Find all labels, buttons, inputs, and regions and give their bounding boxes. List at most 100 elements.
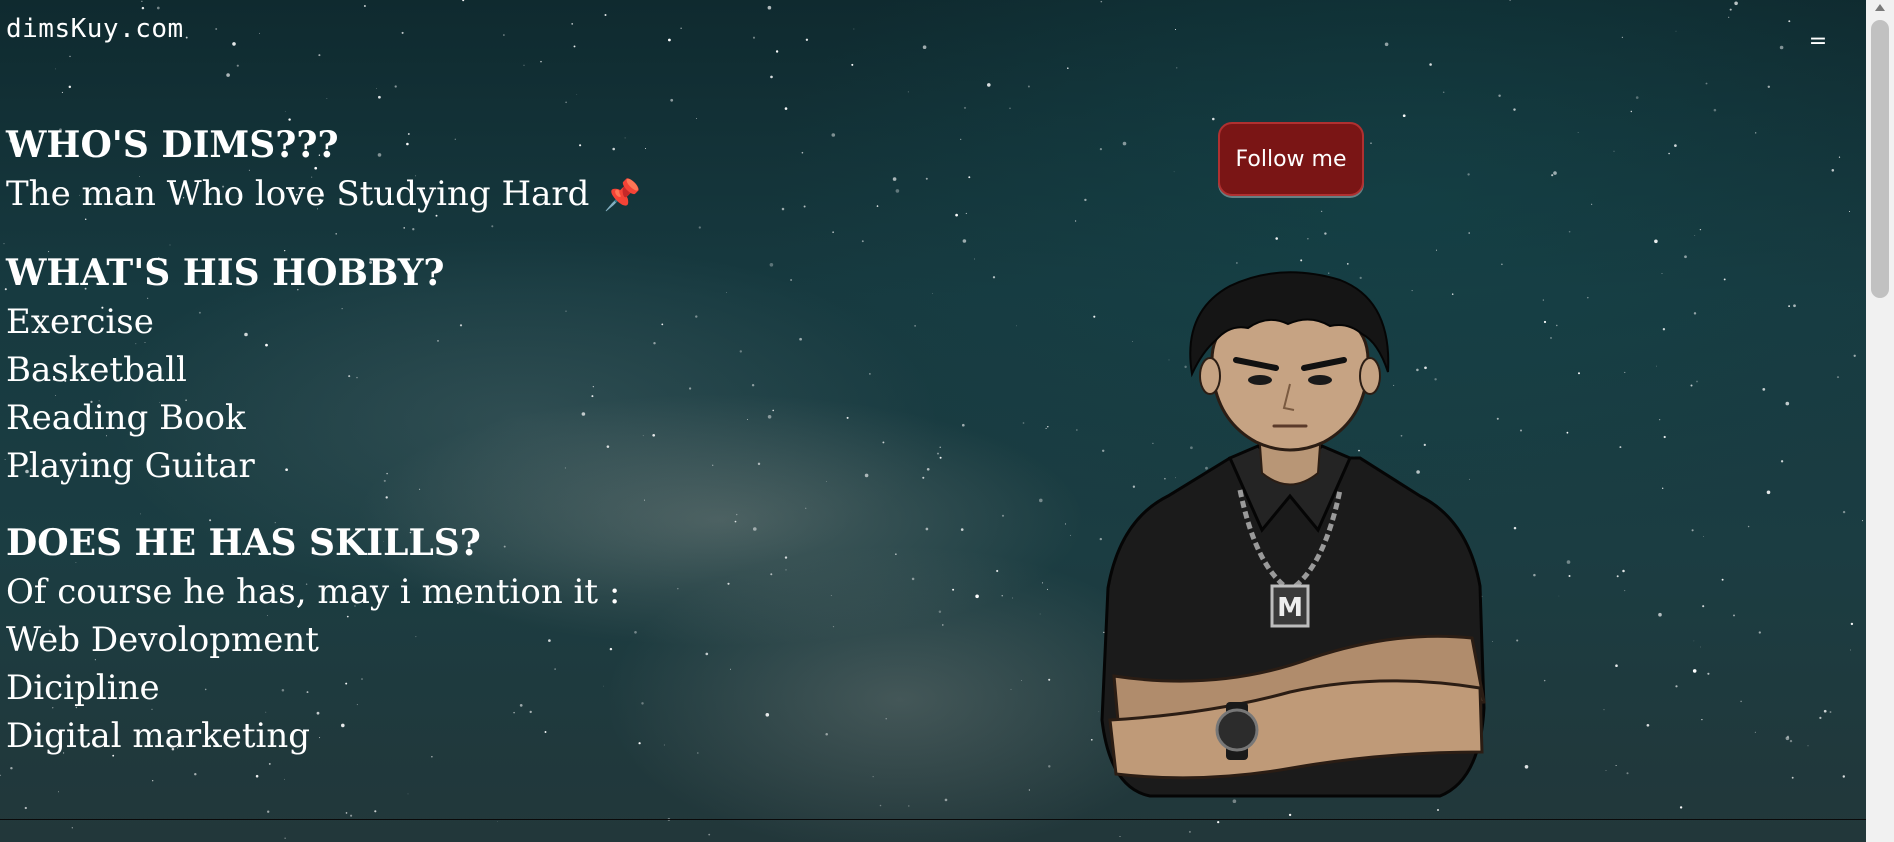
star [71, 827, 73, 829]
star [914, 325, 916, 327]
star [1119, 836, 1121, 838]
star [1402, 114, 1406, 118]
star [939, 456, 942, 459]
star [1558, 595, 1560, 597]
star [226, 73, 230, 77]
star [1042, 582, 1043, 584]
star [576, 94, 578, 95]
star [152, 780, 154, 782]
star [1551, 174, 1554, 177]
star [258, 32, 260, 34]
star [1615, 664, 1618, 667]
star [1307, 238, 1309, 240]
star [350, 814, 353, 817]
star [283, 778, 285, 780]
star [1176, 67, 1178, 69]
star [1501, 263, 1503, 266]
star [573, 45, 576, 48]
pendant-letter: M [1277, 593, 1303, 623]
star [1684, 255, 1687, 259]
star [1675, 30, 1677, 32]
star [775, 50, 779, 53]
star [1064, 523, 1067, 525]
star [955, 213, 958, 217]
star [24, 806, 27, 810]
star [1693, 640, 1695, 642]
star [378, 95, 381, 99]
star [1568, 230, 1571, 233]
star [1836, 376, 1840, 379]
hobby-item: Reading Book [6, 398, 246, 438]
star [1236, 262, 1238, 264]
star [1045, 427, 1047, 429]
star [752, 36, 756, 39]
star [1275, 237, 1278, 240]
star [571, 23, 574, 25]
star [255, 774, 259, 778]
star [1701, 718, 1703, 721]
star [268, 762, 271, 765]
star [1624, 371, 1626, 373]
star [952, 588, 955, 591]
star [1668, 152, 1670, 155]
star [68, 85, 72, 89]
vertical-scrollbar[interactable] [1866, 0, 1894, 842]
star [1842, 510, 1846, 514]
star [376, 87, 377, 89]
menu-icon[interactable]: = [1806, 31, 1830, 53]
star [10, 766, 13, 770]
star [1621, 36, 1624, 39]
star [232, 42, 236, 46]
star [1028, 789, 1031, 791]
star [1831, 169, 1835, 172]
star [1788, 305, 1790, 307]
star [1010, 688, 1012, 690]
star [1616, 575, 1619, 578]
scrollbar-thumb[interactable] [1871, 20, 1889, 298]
scroll-up-arrow-icon[interactable] [1875, 4, 1885, 11]
star [1556, 324, 1558, 327]
star [503, 34, 505, 36]
star [1577, 131, 1579, 133]
star [975, 594, 979, 599]
skill-item: Web Devolopment [6, 620, 319, 660]
star [1027, 85, 1030, 88]
star [1754, 731, 1756, 733]
star [462, 0, 465, 2]
star [670, 98, 674, 102]
star [1842, 775, 1846, 778]
star [961, 423, 965, 427]
star [879, 804, 882, 807]
star [1100, 0, 1103, 3]
star [1442, 91, 1445, 93]
star [1675, 685, 1678, 688]
star [1578, 372, 1580, 375]
star [1613, 150, 1615, 152]
hobby-item: Exercise [6, 302, 154, 342]
star [767, 5, 772, 10]
star [1384, 42, 1389, 47]
star [156, 6, 160, 10]
star [407, 793, 409, 795]
follow-me-button[interactable]: Follow me [1218, 122, 1364, 196]
avatar-ear-right [1359, 357, 1381, 395]
star [1320, 210, 1323, 213]
star [1755, 132, 1757, 134]
star [1076, 429, 1078, 431]
star [1016, 325, 1018, 327]
star [318, 54, 321, 57]
star [141, 6, 145, 10]
site-brand[interactable]: dimsKuy.com [6, 14, 184, 44]
star [996, 569, 999, 573]
star [1823, 709, 1827, 713]
star [1733, 614, 1735, 617]
star [326, 98, 328, 99]
star [1762, 388, 1766, 391]
skill-item: Digital marketing [6, 716, 311, 756]
star [0, 774, 1, 776]
star [1615, 764, 1617, 767]
about-content: WHO'S DIMS??? The man Who love Studying … [6, 120, 906, 760]
star [1849, 211, 1850, 212]
star [1679, 806, 1683, 809]
star [1467, 173, 1470, 176]
